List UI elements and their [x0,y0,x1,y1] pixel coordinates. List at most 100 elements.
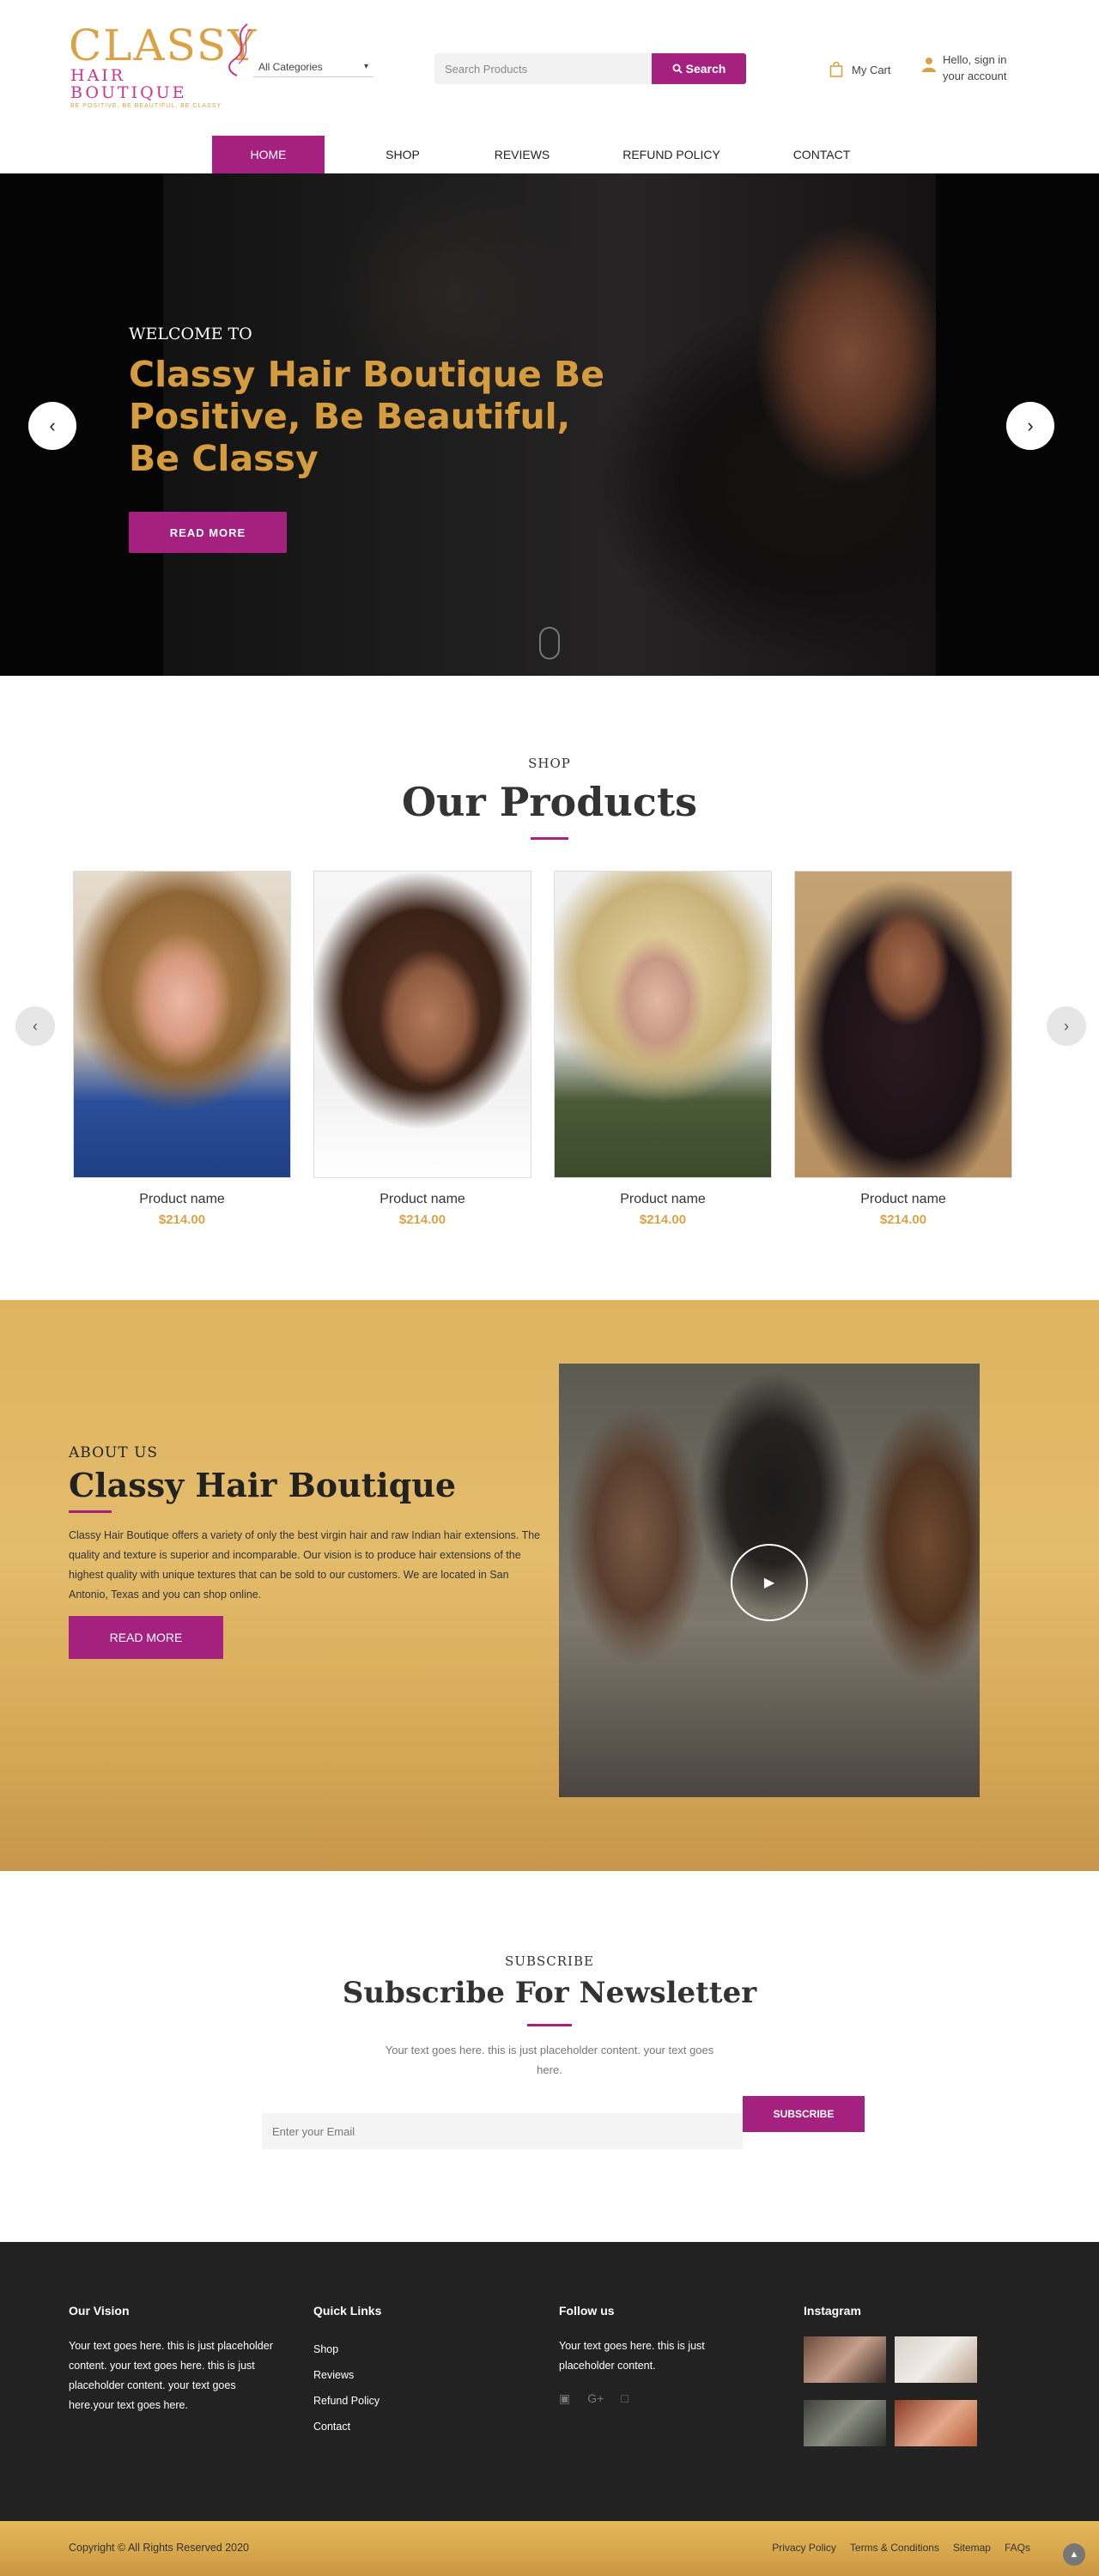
subscribe-button[interactable]: SUBSCRIBE [743,2096,865,2132]
footer-follow: Follow us Your text goes here. this is j… [559,2304,756,2406]
social-links: ▣ G+ □ [559,2391,756,2406]
product-image[interactable] [313,871,531,1178]
about-eyebrow: ABOUT US [69,1444,159,1461]
google-plus-icon[interactable]: G+ [587,2391,604,2406]
products-prev-button[interactable]: ‹ [15,1006,55,1046]
hero-prev-button[interactable]: ‹ [28,402,76,450]
about-title: Classy Hair Boutique [69,1466,457,1504]
products-title-underline [531,837,568,840]
legal-link-privacy[interactable]: Privacy Policy [772,2542,836,2554]
product-card[interactable]: Product name $214.00 [554,871,772,1227]
legal-link-sitemap[interactable]: Sitemap [953,2542,991,2554]
footer-follow-heading: Follow us [559,2304,615,2318]
hero-slider: WELCOME TO Classy Hair Boutique Be Posit… [0,173,1099,676]
nav-item-home[interactable]: HOME [212,136,325,173]
account-link[interactable]: Hello, sign in your account [922,52,1006,84]
instagram-gallery [804,2336,984,2446]
email-placeholder: Enter your Email [272,2124,355,2138]
brand-logo[interactable]: CLASSY HAIR BOUTIQUE BE POSITIVE, BE BEA… [69,23,256,109]
product-name[interactable]: Product name [73,1192,291,1207]
account-greeting: Hello, sign in [943,53,1007,66]
product-card[interactable]: Product name $214.00 [73,871,291,1227]
product-card[interactable]: Product name $214.00 [794,871,1012,1227]
product-price: $214.00 [879,1212,927,1227]
search-placeholder: Search Products [445,62,528,76]
facebook-icon[interactable]: ▣ [559,2391,570,2406]
chevron-down-icon: ▾ [363,62,368,71]
footer-link-shop[interactable]: Shop [313,2336,485,2362]
site-footer: Our Vision Your text goes here. this is … [0,2242,1099,2521]
back-to-top-button[interactable]: ▲ [1063,2543,1085,2566]
footer-quick-links: Quick Links Shop Reviews Refund Policy C… [313,2304,485,2439]
legal-link-terms[interactable]: Terms & Conditions [850,2542,939,2554]
nav-item-refund-policy[interactable]: REFUND POLICY [611,136,732,173]
about-title-underline [69,1510,112,1513]
account-subtext: your account [943,70,1007,82]
category-select[interactable]: All Categories ▾ [253,57,373,77]
product-image[interactable] [794,871,1012,1178]
cart-link[interactable]: My Cart [829,62,891,77]
logo-subtitle: HAIR BOUTIQUE [70,66,187,102]
product-price: $214.00 [398,1212,446,1227]
newsletter-eyebrow: SUBSCRIBE [505,1953,594,1969]
footer-links-heading: Quick Links [313,2304,382,2318]
newsletter-title-underline [527,2024,572,2026]
product-name[interactable]: Product name [554,1192,772,1207]
instagram-thumbnail[interactable] [895,2336,977,2383]
footer-vision-heading: Our Vision [69,2304,130,2318]
play-icon: ▶ [763,1576,775,1590]
product-image[interactable] [554,871,772,1178]
product-name[interactable]: Product name [313,1192,531,1207]
footer-link-reviews[interactable]: Reviews [313,2362,485,2388]
footer-instagram: Instagram [804,2304,984,2446]
about-text: Classy Hair Boutique offers a variety of… [69,1529,541,1601]
nav-item-reviews[interactable]: REVIEWS [481,136,563,173]
shopping-bag-icon [829,62,843,77]
instagram-thumbnail[interactable] [804,2336,886,2383]
footer-link-contact[interactable]: Contact [313,2414,485,2439]
nav-item-shop[interactable]: SHOP [369,136,436,173]
chevron-left-icon: ‹ [33,1017,38,1035]
chevron-up-icon: ▲ [1069,2549,1079,2560]
main-nav: HOME SHOP REVIEWS REFUND POLICY CONTACT [0,129,1099,173]
footer-follow-text: Your text goes here. this is just placeh… [559,2340,705,2372]
hero-next-button[interactable]: › [1006,402,1054,450]
category-select-value: All Categories [258,60,323,73]
search-input[interactable]: Search Products [434,53,653,84]
chevron-left-icon: ‹ [49,415,56,436]
play-button[interactable]: ▶ [731,1544,808,1621]
instagram-thumbnail[interactable] [804,2400,886,2446]
chevron-right-icon: › [1064,1017,1069,1035]
user-icon [922,58,936,72]
products-next-button[interactable]: › [1047,1006,1086,1046]
product-image[interactable] [73,871,291,1178]
footer-instagram-heading: Instagram [804,2304,861,2318]
product-name[interactable]: Product name [794,1192,1012,1207]
legal-link-faqs[interactable]: FAQs [1005,2542,1030,2554]
about-read-more-button[interactable]: READ MORE [69,1616,223,1659]
hero-title: Classy Hair Boutique Be Positive, Be Bea… [129,354,605,479]
product-price: $214.00 [639,1212,687,1227]
twitter-icon[interactable]: □ [621,2391,628,2406]
scroll-down-icon[interactable] [539,627,560,659]
about-section: ABOUT US Classy Hair Boutique Classy Hai… [0,1300,1099,1871]
search-icon [672,64,683,74]
about-video[interactable]: ▶ [559,1364,980,1797]
search-button-label: Search [685,62,726,76]
products-section: SHOP Our Products ‹ Product name $214.00… [0,676,1099,1300]
search-button[interactable]: Search [652,53,746,84]
products-eyebrow: SHOP [528,756,571,771]
email-field[interactable]: Enter your Email [262,2113,743,2149]
copyright-bar: Copyright © All Rights Reserved 2020 Pri… [0,2521,1099,2576]
chevron-right-icon: › [1027,415,1034,436]
footer-vision: Our Vision Your text goes here. this is … [69,2304,283,2415]
product-card[interactable]: Product name $214.00 [313,871,531,1227]
nav-item-contact[interactable]: CONTACT [776,136,867,173]
copyright-text: Copyright © All Rights Reserved 2020 [69,2542,250,2554]
cart-label: My Cart [852,63,891,76]
hero-read-more-button[interactable]: READ MORE [129,512,287,553]
footer-link-refund-policy[interactable]: Refund Policy [313,2388,485,2414]
newsletter-section: SUBSCRIBE Subscribe For Newsletter Your … [0,1871,1099,2242]
hero-welcome: WELCOME TO [129,325,252,343]
instagram-thumbnail[interactable] [895,2400,977,2446]
